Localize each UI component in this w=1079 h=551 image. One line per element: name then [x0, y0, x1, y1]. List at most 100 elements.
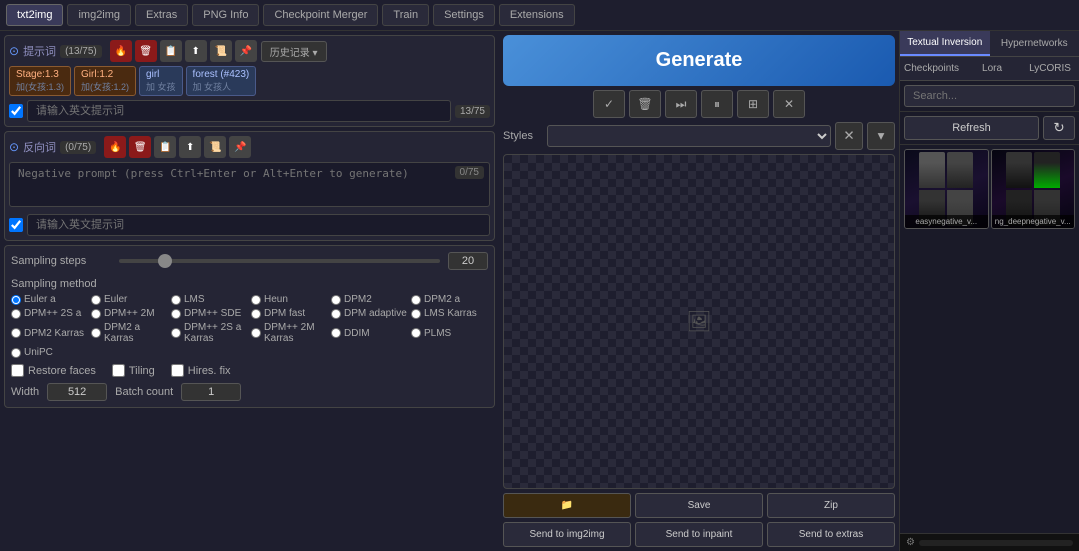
send-buttons: Send to img2img Send to inpaint Send to …	[503, 522, 895, 547]
neg-enable-checkbox[interactable]	[9, 218, 23, 232]
gen-x-btn[interactable]: ✕	[773, 90, 805, 118]
progress-bar-track	[919, 540, 1073, 546]
neg-upload-btn[interactable]: ⬆	[179, 136, 201, 158]
token-count: (13/75)	[60, 45, 102, 58]
thumbnail-deepnegative[interactable]: ng_deepnegative_v...	[991, 149, 1076, 229]
sampler-dpm2karras[interactable]: DPM2 Karras	[11, 322, 88, 344]
refresh-icon-btn[interactable]: ↻	[1043, 116, 1075, 140]
neg-prompt-input[interactable]	[27, 214, 490, 236]
zip-btn[interactable]: Zip	[767, 493, 895, 518]
gen-pause-btn[interactable]: ⏸	[701, 90, 733, 118]
save-btn[interactable]: Save	[635, 493, 763, 518]
prompt-input[interactable]	[27, 100, 451, 122]
tag-girl[interactable]: girl加 女孩	[139, 66, 183, 96]
steps-label: Sampling steps	[11, 255, 111, 267]
neg-trash-btn[interactable]: 🗑	[129, 136, 151, 158]
paste-btn[interactable]: 📌	[235, 40, 257, 62]
sampler-ddim[interactable]: DDIM	[331, 322, 408, 344]
sampler-dpmpp2mkarras[interactable]: DPM++ 2M Karras	[251, 322, 328, 344]
sampler-plms[interactable]: PLMS	[411, 322, 488, 344]
search-input[interactable]	[904, 85, 1075, 107]
hires-fix-checkbox[interactable]: Hires. fix	[171, 364, 231, 377]
tab-extras[interactable]: Extras	[135, 4, 188, 26]
open-folder-btn[interactable]: 📁	[503, 493, 631, 518]
styles-select[interactable]	[547, 125, 831, 147]
sampler-euler[interactable]: Euler	[91, 294, 168, 305]
neg-prompt-container: 0/75	[9, 162, 490, 210]
gear-icon[interactable]: ⚙	[906, 537, 915, 548]
sampler-dpmfast[interactable]: DPM fast	[251, 308, 328, 319]
sampler-dpmppsde[interactable]: DPM++ SDE	[171, 308, 248, 319]
tag-girl12[interactable]: Girl:1.2加(女孩:1.2)	[74, 66, 136, 96]
left-panel: ⊙ 提示词 (13/75) 🔥 🗑 📋 ⬆ 📜 📌 历史记录 ▾	[0, 31, 499, 551]
tab-img2img[interactable]: img2img	[67, 4, 131, 26]
tags-row: Stage:1.3加(女孩:1.3) Girl:1.2加(女孩:1.2) gir…	[9, 66, 490, 96]
canvas-placeholder-icon: 🖼	[686, 309, 711, 334]
prompt-enable-checkbox[interactable]	[9, 104, 23, 118]
sampler-dpmpp2sa[interactable]: DPM++ 2S a	[11, 308, 88, 319]
tiling-checkbox[interactable]: Tiling	[112, 364, 155, 377]
sampler-lmskarras[interactable]: LMS Karras	[411, 308, 488, 319]
tab-hypernetworks[interactable]: Hypernetworks	[990, 31, 1079, 56]
neg-paste-btn[interactable]: 📌	[229, 136, 251, 158]
tab-checkpoints[interactable]: Checkpoints	[900, 57, 963, 80]
sampler-dpmpp2m[interactable]: DPM++ 2M	[91, 308, 168, 319]
copy-btn[interactable]: 📋	[160, 40, 182, 62]
tab-lycoris[interactable]: LyCORIS	[1021, 57, 1079, 80]
sampler-lms[interactable]: LMS	[171, 294, 248, 305]
tab-train[interactable]: Train	[382, 4, 429, 26]
sampler-dpm2a[interactable]: DPM2 a	[411, 294, 488, 305]
tab-settings[interactable]: Settings	[433, 4, 495, 26]
right-tabs: Textual Inversion Hypernetworks	[900, 31, 1079, 57]
sampler-euler-a[interactable]: Euler a	[11, 294, 88, 305]
tab-extensions[interactable]: Extensions	[499, 4, 575, 26]
right-search-area	[900, 81, 1079, 112]
tab-textual-inversion[interactable]: Textual Inversion	[900, 31, 990, 56]
tab-checkpoint-merger[interactable]: Checkpoint Merger	[263, 4, 378, 26]
sampling-method-label-row: Sampling method	[11, 276, 488, 290]
steps-slider[interactable]	[119, 259, 440, 263]
gen-check-btn[interactable]: ✓	[593, 90, 625, 118]
neg-prompt-textarea[interactable]	[9, 162, 490, 207]
generate-button[interactable]: Generate	[503, 35, 895, 86]
send-extras-btn[interactable]: Send to extras	[767, 522, 895, 547]
sampler-dpmadaptive[interactable]: DPM adaptive	[331, 308, 408, 319]
tag-stage[interactable]: Stage:1.3加(女孩:1.3)	[9, 66, 71, 96]
tag-forest[interactable]: forest (#423)加 女孩人	[186, 66, 257, 96]
upload-btn[interactable]: ⬆	[185, 40, 207, 62]
history-btn2[interactable]: 📜	[210, 40, 232, 62]
gen-grid-btn[interactable]: ⊞	[737, 90, 769, 118]
neg-history-btn[interactable]: 📜	[204, 136, 226, 158]
sampler-unipc[interactable]: UniPC	[11, 347, 88, 358]
flame-btn[interactable]: 🔥	[110, 40, 132, 62]
neg-flame-btn[interactable]: 🔥	[104, 136, 126, 158]
dimension-row: Width Batch count	[11, 383, 488, 401]
prompt-toggle[interactable]: ⊙	[9, 44, 19, 58]
send-img2img-btn[interactable]: Send to img2img	[503, 522, 631, 547]
neg-prompt-toggle[interactable]: ⊙	[9, 140, 19, 154]
tab-pnginfo[interactable]: PNG Info	[192, 4, 259, 26]
restore-faces-checkbox[interactable]: Restore faces	[11, 364, 96, 377]
tab-txt2img[interactable]: txt2img	[6, 4, 63, 26]
sampler-dpmpp2sakarras[interactable]: DPM++ 2S a Karras	[171, 322, 248, 344]
gen-skip-btn[interactable]: ⏭	[665, 90, 697, 118]
sampler-dpm2akarras[interactable]: DPM2 a Karras	[91, 322, 168, 344]
prompt-input-row: 13/75	[9, 100, 490, 122]
neg-copy-btn[interactable]: 📋	[154, 136, 176, 158]
width-input[interactable]	[47, 383, 107, 401]
send-inpaint-btn[interactable]: Send to inpaint	[635, 522, 763, 547]
gen-trash-btn[interactable]: 🗑	[629, 90, 661, 118]
trash-btn[interactable]: 🗑	[135, 40, 157, 62]
thumbnail-label-easynegative: easynegative_v...	[905, 215, 988, 228]
batch-count-input[interactable]	[181, 383, 241, 401]
styles-apply-btn[interactable]: ▾	[867, 122, 895, 150]
feature-checkboxes: Restore faces Tiling Hires. fix	[11, 364, 488, 377]
tab-lora[interactable]: Lora	[963, 57, 1021, 80]
sampler-dpm2[interactable]: DPM2	[331, 294, 408, 305]
sampler-heun[interactable]: Heun	[251, 294, 328, 305]
thumbnail-easynegative[interactable]: easynegative_v...	[904, 149, 989, 229]
refresh-button[interactable]: Refresh	[904, 116, 1039, 140]
styles-clear-btn[interactable]: ✕	[835, 122, 863, 150]
neg-toolbar: 🔥 🗑 📋 ⬆ 📜 📌	[104, 136, 251, 158]
history-dropdown[interactable]: 历史记录 ▾	[261, 41, 327, 62]
